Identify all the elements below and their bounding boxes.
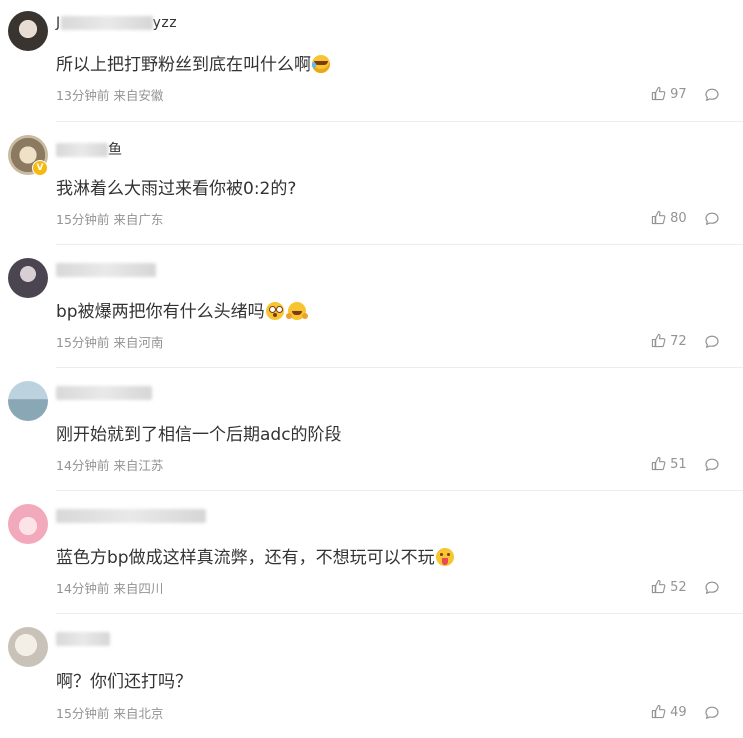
avatar[interactable] bbox=[8, 258, 48, 298]
comment-text: 啊？你们还打吗？ bbox=[56, 667, 192, 692]
avatar[interactable] bbox=[8, 381, 48, 421]
like-button[interactable]: 51 bbox=[651, 456, 687, 472]
comment-text: bp被爆两把你有什么头绪吗 bbox=[56, 297, 308, 322]
username-redacted bbox=[56, 509, 206, 523]
comment-meta: 14分钟前 来自四川 bbox=[56, 581, 164, 596]
username-visible-prefix: J bbox=[56, 15, 61, 31]
comment-meta: 15分钟前 来自河南 bbox=[56, 335, 164, 350]
like-count: 72 bbox=[670, 334, 687, 349]
reply-button[interactable] bbox=[704, 578, 720, 597]
comment-bubble-icon bbox=[705, 458, 719, 471]
astonished-emoji bbox=[265, 302, 284, 320]
comment-text-body: 刚开始就到了相信一个后期adc的阶段 bbox=[56, 425, 342, 445]
comment-item: 蓝色方bp做成这样真流弊，还有，不想玩可以不玩 14分钟前 来自四川 52 bbox=[0, 492, 743, 615]
comment-item: V 鱼 我淋着么大雨过来看你被0:2的? 15分钟前 来自广东 80 bbox=[0, 123, 743, 246]
username[interactable] bbox=[56, 631, 110, 647]
comment-bubble-icon bbox=[705, 88, 719, 101]
laugh-cry-emoji bbox=[312, 55, 330, 73]
comment-meta: 15分钟前 来自广东 bbox=[56, 212, 164, 227]
like-count: 52 bbox=[670, 580, 687, 595]
comment-bubble-icon bbox=[705, 706, 719, 719]
comment-text: 蓝色方bp做成这样真流弊，还有，不想玩可以不玩 bbox=[56, 543, 454, 568]
comment-text: 所以上把打野粉丝到底在叫什么啊 bbox=[56, 50, 330, 75]
comment-text-body: 啊？你们还打吗？ bbox=[56, 672, 192, 692]
like-button[interactable]: 52 bbox=[651, 579, 687, 595]
thumbs-up-icon bbox=[651, 86, 666, 101]
like-button[interactable]: 72 bbox=[651, 333, 687, 349]
divider bbox=[56, 367, 743, 368]
hug-emoji bbox=[285, 302, 308, 320]
username-redacted bbox=[56, 386, 152, 400]
reply-button[interactable] bbox=[704, 85, 720, 104]
comment-text: 我淋着么大雨过来看你被0:2的? bbox=[56, 174, 296, 199]
username-redacted bbox=[60, 16, 153, 30]
comment-item: 刚开始就到了相信一个后期adc的阶段 14分钟前 来自江苏 51 bbox=[0, 369, 743, 492]
username[interactable] bbox=[56, 508, 206, 524]
like-button[interactable]: 97 bbox=[651, 86, 687, 102]
divider bbox=[56, 490, 743, 491]
comment-item: bp被爆两把你有什么头绪吗 15分钟前 来自河南 72 bbox=[0, 246, 743, 369]
like-button[interactable]: 49 bbox=[651, 704, 687, 720]
comment-text-body: 蓝色方bp做成这样真流弊，还有，不想玩可以不玩 bbox=[56, 548, 435, 568]
like-count: 51 bbox=[670, 457, 687, 472]
reply-button[interactable] bbox=[704, 209, 720, 228]
divider bbox=[56, 121, 743, 122]
avatar[interactable] bbox=[8, 504, 48, 544]
username[interactable] bbox=[56, 262, 156, 278]
avatar[interactable] bbox=[8, 627, 48, 667]
divider bbox=[56, 244, 743, 245]
comment-bubble-icon bbox=[705, 212, 719, 225]
reply-button[interactable] bbox=[704, 455, 720, 474]
comment-meta: 15分钟前 来自北京 bbox=[56, 706, 164, 721]
thumbs-up-icon bbox=[651, 333, 666, 348]
like-button[interactable]: 80 bbox=[651, 210, 687, 226]
verified-badge-icon: V bbox=[32, 160, 48, 176]
comment-text-body: 所以上把打野粉丝到底在叫什么啊 bbox=[56, 55, 311, 75]
comment-item: 啊？你们还打吗？ 15分钟前 来自北京 49 bbox=[0, 615, 743, 738]
comment-meta: 13分钟前 来自安徽 bbox=[56, 88, 164, 103]
comment-bubble-icon bbox=[705, 581, 719, 594]
username-redacted bbox=[56, 143, 108, 157]
username[interactable]: 鱼 bbox=[56, 139, 123, 159]
username-redacted bbox=[56, 632, 110, 646]
comment-text-body: 我淋着么大雨过来看你被0:2的? bbox=[56, 179, 297, 199]
avatar[interactable] bbox=[8, 11, 48, 51]
username-redacted bbox=[56, 263, 156, 277]
comment-bubble-icon bbox=[705, 335, 719, 348]
thumbs-up-icon bbox=[651, 704, 666, 719]
divider bbox=[56, 613, 743, 614]
like-count: 80 bbox=[670, 211, 687, 226]
like-count: 97 bbox=[670, 87, 687, 102]
tongue-emoji bbox=[435, 548, 454, 566]
username[interactable]: Jyzz bbox=[56, 15, 177, 31]
comment-text-body: bp被爆两把你有什么头绪吗 bbox=[56, 302, 265, 322]
username-visible-suffix: 鱼 bbox=[108, 142, 123, 158]
username[interactable] bbox=[56, 385, 152, 401]
username-visible-suffix: yzz bbox=[152, 15, 178, 31]
comment-meta: 14分钟前 来自江苏 bbox=[56, 458, 164, 473]
thumbs-up-icon bbox=[651, 579, 666, 594]
comment-text: 刚开始就到了相信一个后期adc的阶段 bbox=[56, 420, 342, 445]
thumbs-up-icon bbox=[651, 456, 666, 471]
reply-button[interactable] bbox=[704, 332, 720, 351]
like-count: 49 bbox=[670, 705, 687, 720]
reply-button[interactable] bbox=[704, 703, 720, 722]
thumbs-up-icon bbox=[651, 210, 666, 225]
comment-item: Jyzz 所以上把打野粉丝到底在叫什么啊 13分钟前 来自安徽 97 bbox=[0, 0, 743, 123]
